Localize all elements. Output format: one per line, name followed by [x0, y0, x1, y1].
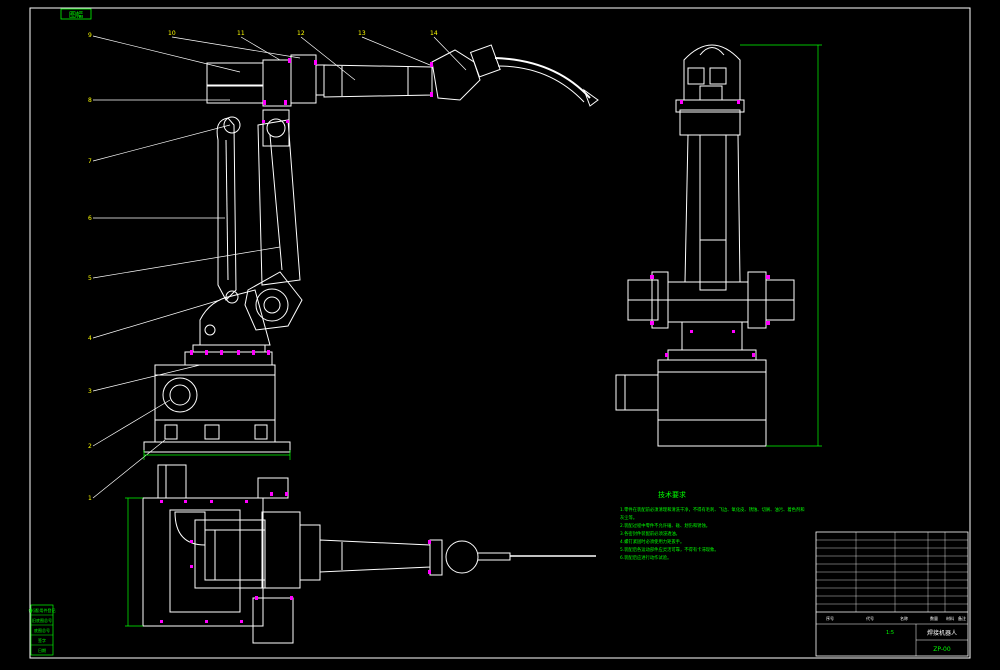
drawing-canvas: 图幅 1 2 3 4 5 6 7 8 9 10 11 12 13 14 借(通)…	[28, 7, 971, 659]
base-plate	[143, 441, 291, 453]
tb-cell-0: 序号	[826, 615, 834, 621]
corner-tag: 图幅	[69, 10, 83, 19]
side-motor	[615, 374, 659, 411]
side-view	[615, 44, 795, 447]
tb-cell-4: 材料	[946, 615, 954, 621]
top-view	[142, 464, 596, 644]
tb-ratio: 1:5	[886, 630, 894, 636]
side-base-plate	[657, 419, 767, 447]
side-base-box	[657, 359, 767, 421]
tb-cell-3: 数量	[930, 615, 938, 621]
balloon-13: 13	[358, 30, 366, 37]
top-dimension	[125, 497, 143, 627]
stamp-row-4: 日期	[38, 647, 46, 653]
stamp-row-1: 旧底图总号	[32, 617, 52, 623]
tech-line-6: 6.装配后应进行动作试验。	[620, 554, 671, 561]
base-box	[154, 364, 276, 443]
balloon-2: 2	[88, 443, 92, 450]
balloon-7: 7	[88, 158, 92, 165]
tech-line-1: 灰尘等。	[620, 514, 637, 521]
stamp-row-0: 借(通)用件登记	[28, 607, 55, 613]
balloon-11: 11	[237, 30, 245, 37]
tech-line-3: 3.各密封件装配前必须浸透油。	[620, 530, 680, 537]
balloon-5: 5	[88, 275, 92, 282]
shoulder-bracket	[199, 289, 271, 346]
tb-cell-5: 备注	[958, 615, 966, 621]
balloon-6: 6	[88, 215, 92, 222]
leader-lines	[92, 35, 467, 499]
forearm-tube	[323, 64, 433, 98]
title-block: 序号 代号 名称 数量 材料 备注 1:5 焊接机器人 ZP-00	[815, 531, 969, 657]
tech-line-4: 4.螺钉紧固时必须使用力矩扳手。	[620, 538, 684, 545]
side-arm	[684, 134, 741, 283]
tb-cell-2: 名称	[900, 615, 908, 621]
balloon-10: 10	[168, 30, 176, 37]
balloon-14: 14	[430, 30, 438, 37]
tb-drawing-code: ZP-00	[933, 646, 951, 653]
forearm-motor-bottom	[206, 85, 264, 104]
front-view	[143, 44, 599, 453]
balloon-9: 9	[88, 32, 92, 39]
upper-arm	[257, 119, 301, 286]
tech-line-2: 2.装配过程中零件不允许磕、碰、划伤和锈蚀。	[620, 522, 710, 529]
side-wrist-head	[683, 44, 741, 101]
balloon-8: 8	[88, 97, 92, 104]
tech-title: 技术要求	[658, 490, 686, 499]
top-wrist	[445, 540, 479, 574]
top-base-plate	[142, 497, 264, 627]
balloon-1: 1	[88, 495, 92, 502]
balloon-12: 12	[297, 30, 305, 37]
cad-drawing-viewport[interactable]: 图幅 1 2 3 4 5 6 7 8 9 10 11 12 13 14 借(通)…	[0, 0, 1000, 666]
tb-drawing-name: 焊接机器人	[927, 629, 957, 637]
technical-requirements: 技术要求 1.零件在装配前必须清理和清洗干净，不得有毛刺、飞边、氧化皮、锈蚀、切…	[620, 490, 805, 561]
turntable	[184, 351, 273, 366]
base-flange-circle	[162, 377, 198, 413]
top-forearm	[319, 539, 431, 573]
stamp-row-3: 签字	[38, 637, 46, 643]
balloon-4: 4	[88, 335, 92, 342]
side-dimension	[740, 44, 822, 447]
left-stamp: 借(通)用件登记 旧底图总号 底图总号 签字 日期	[28, 604, 56, 656]
tech-line-0: 1.零件在装配前必须清理和清洗干净，不得有毛刺、飞边、氧化皮、锈蚀、切屑、油污、…	[620, 506, 805, 513]
tech-line-5: 5.装配后各运动部件应灵活可靠，不得有卡滞现象。	[620, 546, 719, 553]
tb-cell-1: 代号	[866, 615, 874, 621]
welding-torch	[494, 57, 591, 99]
stamp-row-2: 底图总号	[34, 627, 50, 633]
balloon-3: 3	[88, 388, 92, 395]
